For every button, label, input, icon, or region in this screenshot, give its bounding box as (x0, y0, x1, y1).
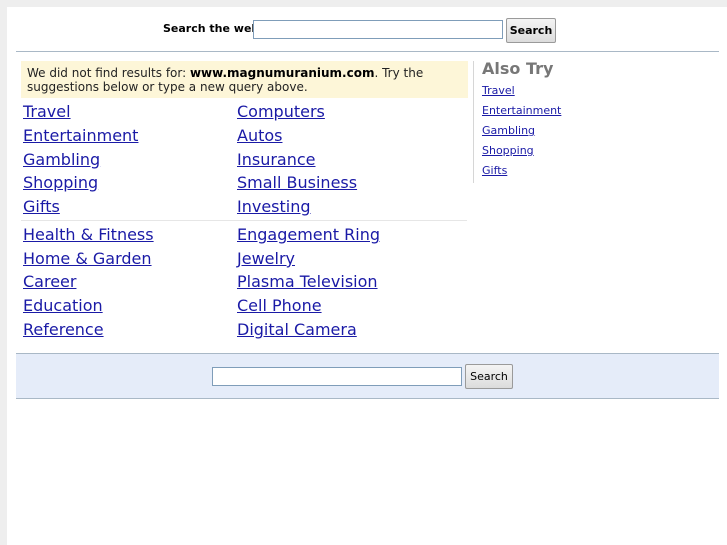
search-input[interactable] (253, 20, 503, 39)
header-divider (16, 51, 719, 52)
category-link-investing[interactable]: Investing (237, 197, 311, 216)
category-link-small-business[interactable]: Small Business (237, 173, 357, 192)
bottom-search-input[interactable] (212, 367, 462, 386)
also-try-link-entertainment[interactable]: Entertainment (482, 104, 561, 117)
notice-prefix: We did not find results for: (27, 66, 190, 80)
category-link-jewelry[interactable]: Jewelry (237, 249, 295, 268)
category-link-health-fitness[interactable]: Health & Fitness (23, 225, 154, 244)
bottom-search-button[interactable]: Search (465, 364, 513, 389)
category-link-cell-phone[interactable]: Cell Phone (237, 296, 322, 315)
sidebar-divider (473, 61, 474, 183)
category-link-engagement-ring[interactable]: Engagement Ring (237, 225, 380, 244)
category-link-gifts[interactable]: Gifts (23, 197, 60, 216)
also-try-link-gambling[interactable]: Gambling (482, 124, 535, 137)
category-link-computers[interactable]: Computers (237, 102, 325, 121)
category-link-travel[interactable]: Travel (23, 102, 71, 121)
also-try-link-travel[interactable]: Travel (482, 84, 515, 97)
no-results-notice: We did not find results for: www.magnumu… (21, 61, 468, 98)
also-try-title: Also Try (482, 59, 554, 78)
category-group-divider (21, 220, 467, 221)
category-link-education[interactable]: Education (23, 296, 103, 315)
notice-domain: www.magnumuranium.com (189, 66, 375, 80)
category-link-autos[interactable]: Autos (237, 126, 282, 145)
category-link-plasma-television[interactable]: Plasma Television (237, 272, 378, 291)
search-button[interactable]: Search (506, 18, 556, 43)
category-link-insurance[interactable]: Insurance (237, 150, 316, 169)
category-link-entertainment[interactable]: Entertainment (23, 126, 138, 145)
also-try-link-shopping[interactable]: Shopping (482, 144, 534, 157)
category-link-gambling[interactable]: Gambling (23, 150, 100, 169)
category-link-career[interactable]: Career (23, 272, 76, 291)
also-try-link-gifts[interactable]: Gifts (482, 164, 507, 177)
search-label: Search the web: (163, 22, 264, 35)
page: Search the web: Search We did not find r… (7, 7, 727, 545)
category-link-home-garden[interactable]: Home & Garden (23, 249, 152, 268)
category-link-reference[interactable]: Reference (23, 320, 104, 339)
category-link-digital-camera[interactable]: Digital Camera (237, 320, 357, 339)
bottom-search-bar: Search (16, 353, 719, 399)
category-link-shopping[interactable]: Shopping (23, 173, 98, 192)
top-search-bar: Search the web: Search (7, 7, 727, 51)
